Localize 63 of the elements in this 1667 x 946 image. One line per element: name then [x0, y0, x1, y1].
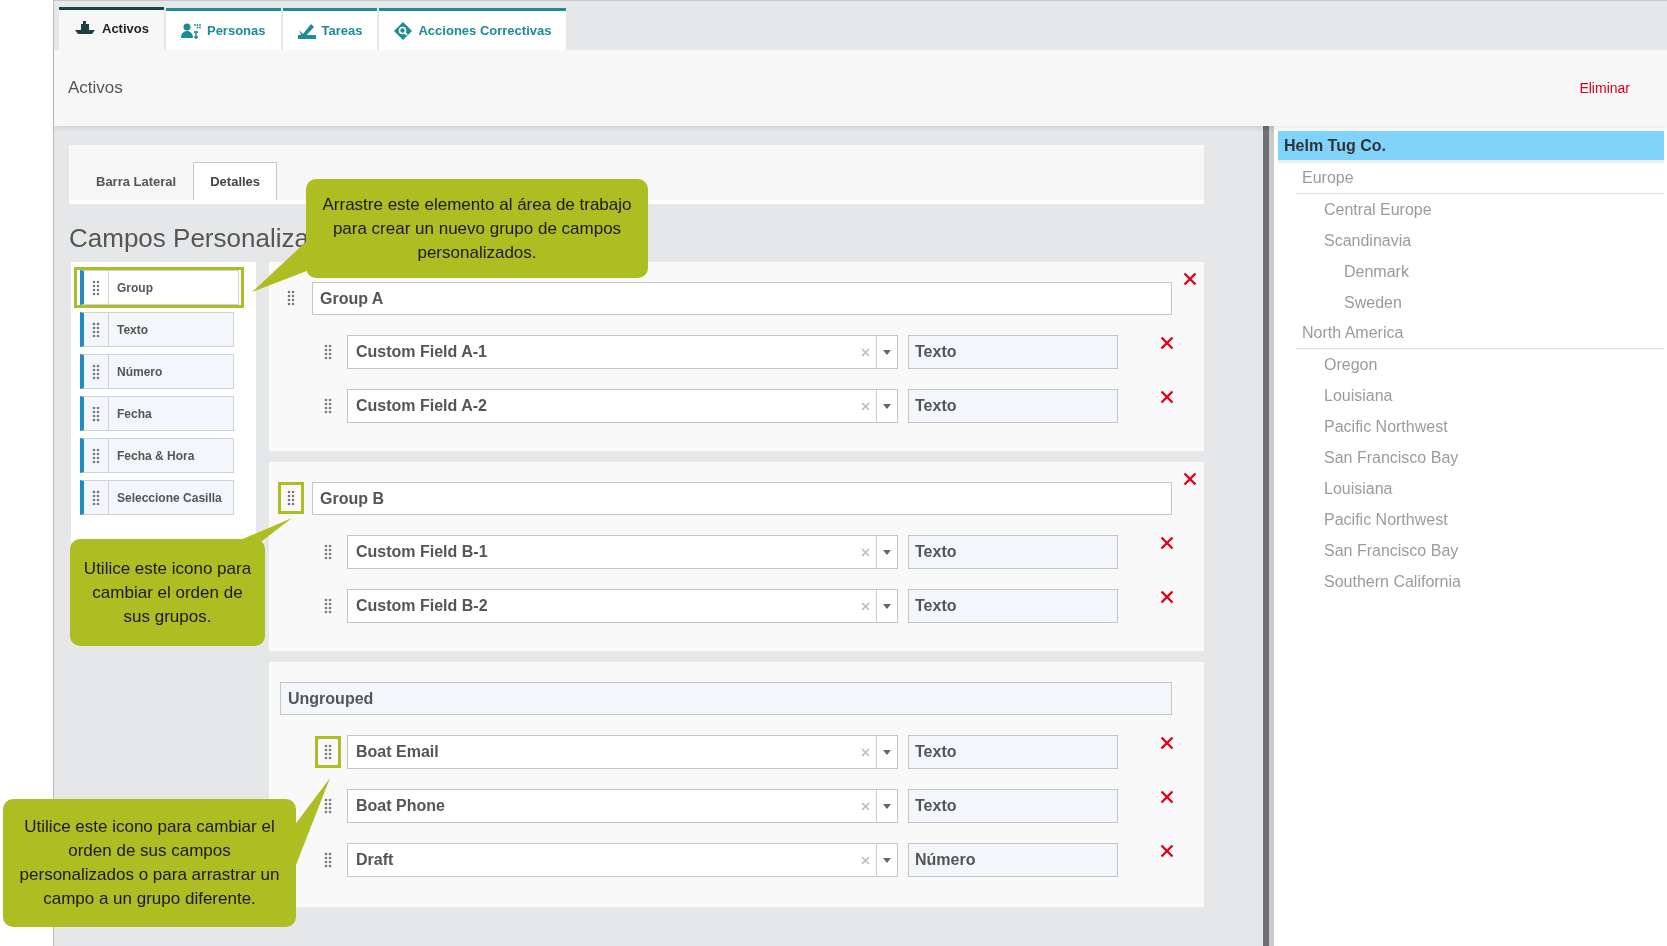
caret-icon[interactable] [883, 349, 891, 355]
nav-tab[interactable]: Personas [165, 8, 281, 50]
tree-item[interactable]: Helm Tug Co. [1278, 131, 1664, 163]
delete-icon[interactable] [1183, 272, 1197, 286]
type-field: Texto [908, 389, 1118, 423]
delete-link[interactable]: Eliminar [1579, 80, 1630, 96]
boat-icon [74, 21, 96, 35]
palette-item[interactable]: Group [80, 270, 239, 305]
drag-handle-icon[interactable] [92, 447, 100, 464]
type-field: Número [908, 843, 1118, 877]
person-icon [180, 22, 201, 39]
caret-icon[interactable] [883, 749, 891, 755]
group-name-field: Ungrouped [280, 682, 1172, 715]
field-select[interactable]: Custom Field A-1 [347, 335, 898, 369]
drag-handle-icon[interactable] [92, 363, 100, 380]
sub-tab[interactable]: Detalles [193, 162, 278, 200]
nav-tab[interactable]: Tareas [282, 8, 378, 50]
nav-tab[interactable]: Activos [59, 7, 164, 50]
drag-handle-icon[interactable] [92, 321, 100, 338]
palette-item[interactable]: Fecha [80, 396, 234, 431]
field-select[interactable]: Boat Email [347, 735, 898, 769]
drag-handle-icon[interactable] [92, 489, 100, 506]
search-icon [394, 21, 413, 40]
drag-handle-icon[interactable] [315, 736, 341, 768]
section-title: Campos Personaliza [69, 222, 309, 254]
sub-tab[interactable]: Barra Lateral [79, 162, 194, 200]
type-field: Texto [908, 789, 1118, 823]
delete-icon[interactable] [1160, 390, 1174, 404]
page-title: Activos [68, 78, 123, 98]
caret-icon[interactable] [883, 603, 891, 609]
field-select[interactable]: Custom Field A-2 [347, 389, 898, 423]
caret-icon[interactable] [883, 549, 891, 555]
type-field: Texto [908, 335, 1118, 369]
palette-item[interactable]: Fecha & Hora [80, 438, 234, 473]
palette-item[interactable]: Texto [80, 312, 234, 347]
type-field: Texto [908, 589, 1118, 623]
group-name-field[interactable]: Group B [312, 482, 1172, 515]
type-field: Texto [908, 535, 1118, 569]
caret-icon[interactable] [883, 803, 891, 809]
palette-item[interactable]: Seleccione Casilla [80, 480, 234, 515]
group-name-field[interactable]: Group A [312, 282, 1172, 315]
drag-handle-icon[interactable] [92, 279, 100, 296]
callout: Utilice este icono para cambiar el orden de sus grupos. [70, 539, 265, 646]
caret-icon[interactable] [883, 857, 891, 863]
field-select[interactable]: Boat Phone [347, 789, 898, 823]
delete-icon[interactable] [1160, 336, 1174, 350]
field-select[interactable]: Draft [347, 843, 898, 877]
callout: Arrastre este elemento al área de trabajo para crear un nuevo grupo de campos personalizados. [306, 179, 648, 278]
type-field: Texto [908, 735, 1118, 769]
delete-icon[interactable] [1160, 844, 1174, 858]
caret-icon[interactable] [883, 403, 891, 409]
delete-icon[interactable] [1160, 590, 1174, 604]
drag-handle-icon[interactable] [277, 482, 304, 514]
delete-icon[interactable] [1160, 790, 1174, 804]
nav-tab[interactable]: Acciones Correctivas [379, 8, 567, 50]
check-icon [297, 22, 316, 39]
palette-item[interactable]: Número [80, 354, 234, 389]
drag-handle-icon[interactable] [92, 405, 100, 422]
delete-icon[interactable] [1160, 736, 1174, 750]
delete-icon[interactable] [1183, 472, 1197, 486]
field-select[interactable]: Custom Field B-1 [347, 535, 898, 569]
field-select[interactable]: Custom Field B-2 [347, 589, 898, 623]
delete-icon[interactable] [1160, 536, 1174, 550]
